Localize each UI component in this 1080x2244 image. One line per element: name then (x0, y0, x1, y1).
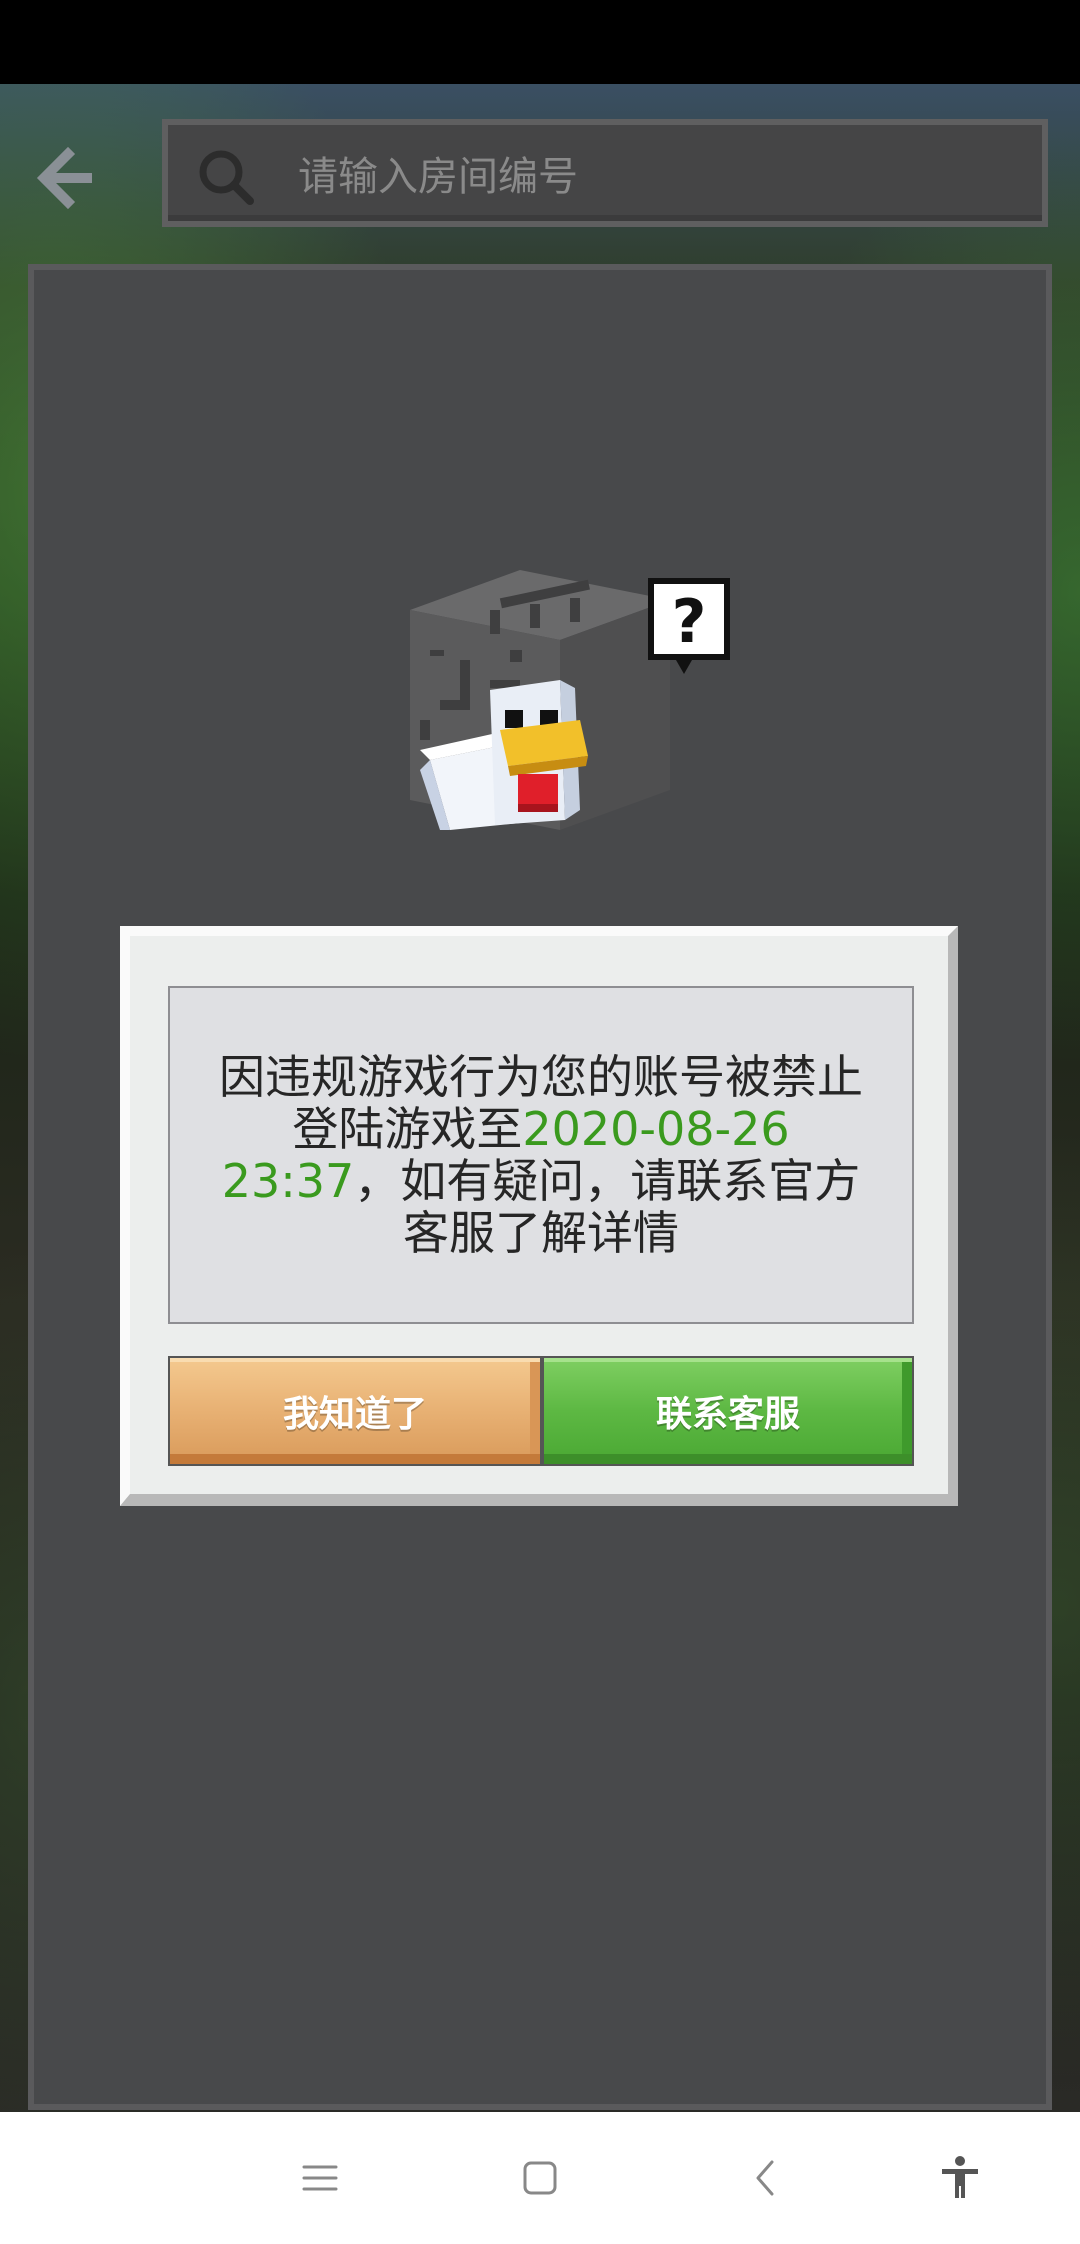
arrow-left-icon (36, 146, 92, 210)
nav-menu-button[interactable] (290, 2148, 350, 2208)
back-button[interactable] (28, 140, 104, 216)
ban-message-part2: ，如有疑问，请联系官方客服了解详情 (354, 1154, 861, 1260)
search-icon (199, 150, 254, 205)
contact-support-button[interactable]: 联系客服 (542, 1356, 914, 1466)
ban-message: 因违规游戏行为您的账号被禁止登陆游戏至2020-08-26 23:37，如有疑问… (214, 1051, 868, 1259)
search-placeholder: 请输入房间编号 (298, 154, 578, 200)
accessibility-icon (942, 2156, 978, 2198)
nav-home-button[interactable] (510, 2148, 570, 2208)
menu-icon (302, 2165, 338, 2191)
acknowledge-button[interactable]: 我知道了 (168, 1356, 542, 1466)
home-square-icon (523, 2161, 557, 2195)
search-input[interactable]: 请输入房间编号 (162, 119, 1048, 227)
ban-message-box: 因违规游戏行为您的账号被禁止登陆游戏至2020-08-26 23:37，如有疑问… (168, 986, 914, 1324)
status-bar (0, 0, 1080, 84)
svg-text:?: ? (672, 587, 707, 657)
ban-notice-dialog: 因违规游戏行为您的账号被禁止登陆游戏至2020-08-26 23:37，如有疑问… (120, 926, 958, 1506)
chevron-left-icon (756, 2160, 774, 2196)
system-navigation-bar (0, 2112, 1080, 2244)
nav-accessibility-button[interactable] (930, 2148, 990, 2208)
confused-chicken-ghast-icon: ? (410, 570, 730, 830)
nav-back-button[interactable] (736, 2148, 796, 2208)
